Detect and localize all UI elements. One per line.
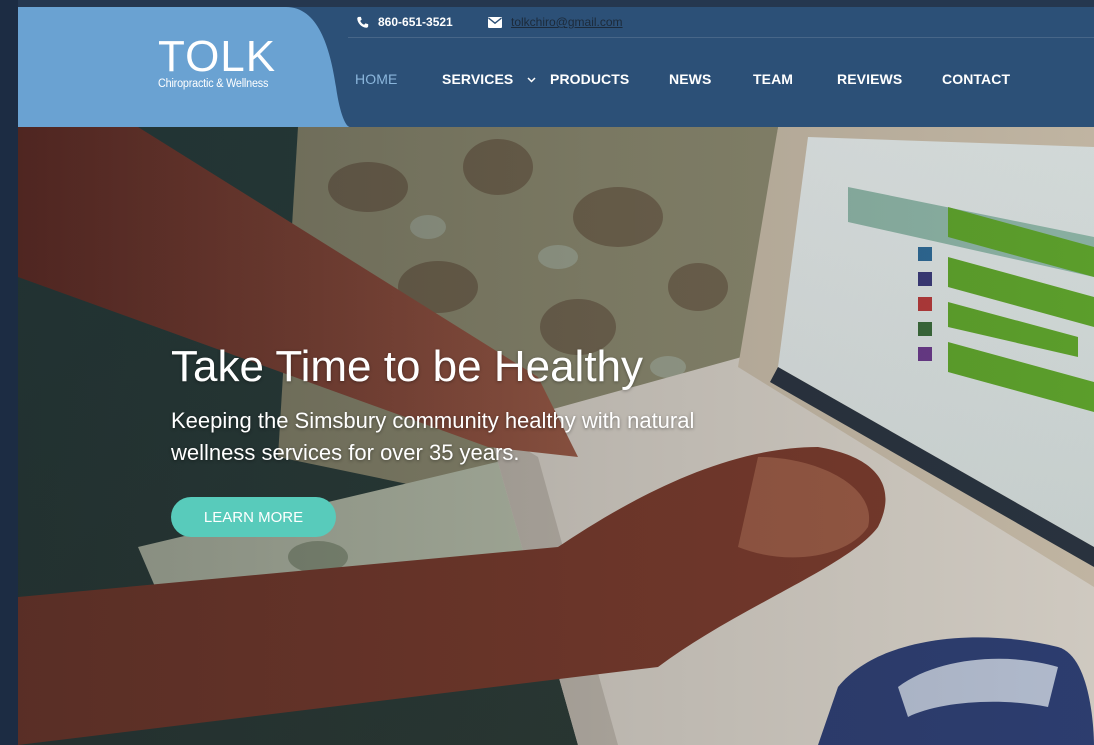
nav-item-services[interactable]: SERVICES [442, 71, 536, 87]
nav-item-news[interactable]: NEWS [669, 71, 711, 87]
contact-bar: 860-651-3521 tolkchiro@gmail.com [348, 7, 1094, 38]
window-left-edge [0, 0, 18, 745]
chevron-down-icon[interactable] [527, 77, 536, 83]
learn-more-button[interactable]: LEARN MORE [171, 497, 336, 537]
brand-logo[interactable]: TOLK Chiropractic & Wellness [158, 35, 276, 91]
nav-item-services-label: SERVICES [442, 71, 514, 87]
nav-item-contact[interactable]: CONTACT [942, 71, 1010, 87]
brand-tagline: Chiropractic & Wellness [158, 78, 269, 90]
phone-contact[interactable]: 860-651-3521 [356, 15, 453, 29]
nav-item-team[interactable]: TEAM [753, 71, 793, 87]
nav-item-products[interactable]: PRODUCTS [550, 71, 629, 87]
hero-title: Take Time to be Healthy [171, 342, 644, 391]
phone-number: 860-651-3521 [378, 15, 453, 29]
brand-name: TOLK [158, 32, 277, 81]
hero-subtitle: Keeping the Simsbury community healthy w… [171, 408, 695, 465]
site-header: TOLK Chiropractic & Wellness 860-651-352… [18, 7, 1094, 127]
hero-section: Take Time to be Healthy Keeping the Sims… [18, 127, 1094, 745]
main-nav: HOME SERVICES PRODUCTS NEWS TEAM REVIEWS… [355, 71, 1094, 91]
envelope-icon [488, 16, 502, 28]
nav-item-reviews[interactable]: REVIEWS [837, 71, 902, 87]
logo-panel: TOLK Chiropractic & Wellness [18, 7, 378, 127]
nav-item-home[interactable]: HOME [355, 71, 397, 87]
email-link[interactable]: tolkchiro@gmail.com [511, 15, 623, 29]
phone-icon [357, 16, 369, 28]
email-contact[interactable]: tolkchiro@gmail.com [488, 15, 623, 29]
window-top-edge [18, 0, 1094, 7]
